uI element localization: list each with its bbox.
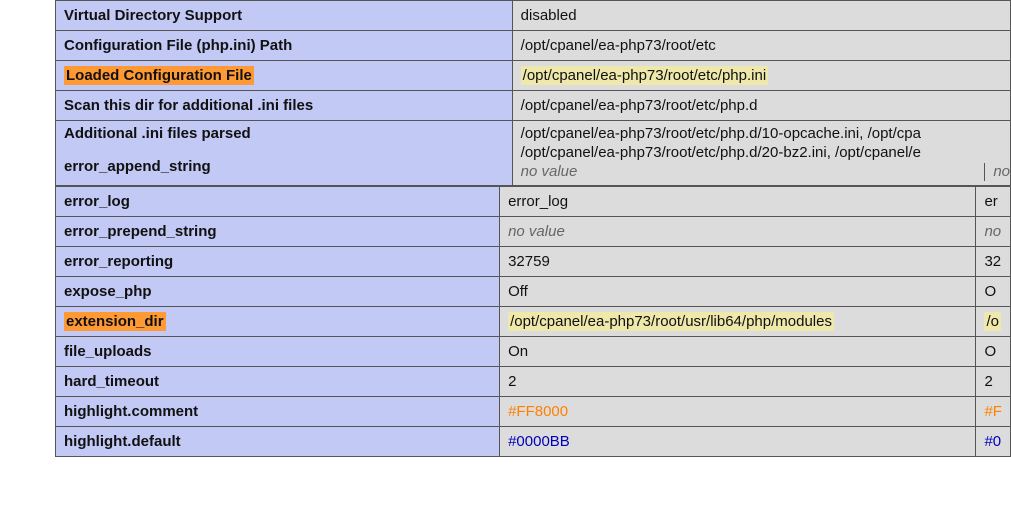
config-key: extension_dir: [56, 307, 500, 337]
table-row: Virtual Directory Supportdisabled: [56, 1, 1011, 31]
table-row: highlight.comment#FF8000#F: [56, 397, 1011, 427]
table-row: expose_phpOffO: [56, 277, 1011, 307]
config-value: /opt/cpanel/ea-php73/root/etc/php.d/10-o…: [512, 121, 1010, 186]
config-value: no value: [500, 217, 976, 247]
config-value: /opt/cpanel/ea-php73/root/etc: [512, 31, 1010, 61]
config-key: Configuration File (php.ini) Path: [56, 31, 513, 61]
config-value: 2: [976, 367, 1011, 397]
config-value: no: [976, 217, 1011, 247]
config-value: er: [976, 187, 1011, 217]
table-row: highlight.default#0000BB#0: [56, 427, 1011, 457]
config-key: error_prepend_string: [56, 217, 500, 247]
table-row: Configuration File (php.ini) Path/opt/cp…: [56, 31, 1011, 61]
config-value: 32759: [500, 247, 976, 277]
config-key: file_uploads: [56, 337, 500, 367]
table-row: Scan this dir for additional .ini files/…: [56, 91, 1011, 121]
config-value: #0000BB: [500, 427, 976, 457]
config-key: highlight.default: [56, 427, 500, 457]
table-row: Additional .ini files parsederror_append…: [56, 121, 1011, 186]
config-value: #F: [976, 397, 1011, 427]
config-value: #0: [976, 427, 1011, 457]
config-value: error_log: [500, 187, 976, 217]
config-value: /opt/cpanel/ea-php73/root/etc/php.d: [512, 91, 1010, 121]
config-key: highlight.comment: [56, 397, 500, 427]
table-row: error_reporting3275932: [56, 247, 1011, 277]
table-row: hard_timeout22: [56, 367, 1011, 397]
config-value: 32: [976, 247, 1011, 277]
table-row: file_uploadsOnO: [56, 337, 1011, 367]
config-key: hard_timeout: [56, 367, 500, 397]
phpinfo-bottom-table: error_logerror_logererror_prepend_string…: [55, 186, 1011, 457]
table-row: error_prepend_stringno valueno: [56, 217, 1011, 247]
config-value: O: [976, 337, 1011, 367]
config-key: error_reporting: [56, 247, 500, 277]
table-row: extension_dir/opt/cpanel/ea-php73/root/u…: [56, 307, 1011, 337]
table-row: Loaded Configuration File/opt/cpanel/ea-…: [56, 61, 1011, 91]
table-row: error_logerror_loger: [56, 187, 1011, 217]
config-value: 2: [500, 367, 976, 397]
config-value: /opt/cpanel/ea-php73/root/usr/lib64/php/…: [500, 307, 976, 337]
config-key: expose_php: [56, 277, 500, 307]
config-value: #FF8000: [500, 397, 976, 427]
config-key: Additional .ini files parsederror_append…: [56, 121, 513, 186]
config-value: On: [500, 337, 976, 367]
config-key: Virtual Directory Support: [56, 1, 513, 31]
config-key: error_log: [56, 187, 500, 217]
config-value: /o: [976, 307, 1011, 337]
config-value: /opt/cpanel/ea-php73/root/etc/php.ini: [512, 61, 1010, 91]
config-key: Scan this dir for additional .ini files: [56, 91, 513, 121]
config-key: Loaded Configuration File: [56, 61, 513, 91]
config-value: disabled: [512, 1, 1010, 31]
config-value: Off: [500, 277, 976, 307]
config-value: O: [976, 277, 1011, 307]
phpinfo-top-table: Virtual Directory SupportdisabledConfigu…: [55, 0, 1011, 186]
